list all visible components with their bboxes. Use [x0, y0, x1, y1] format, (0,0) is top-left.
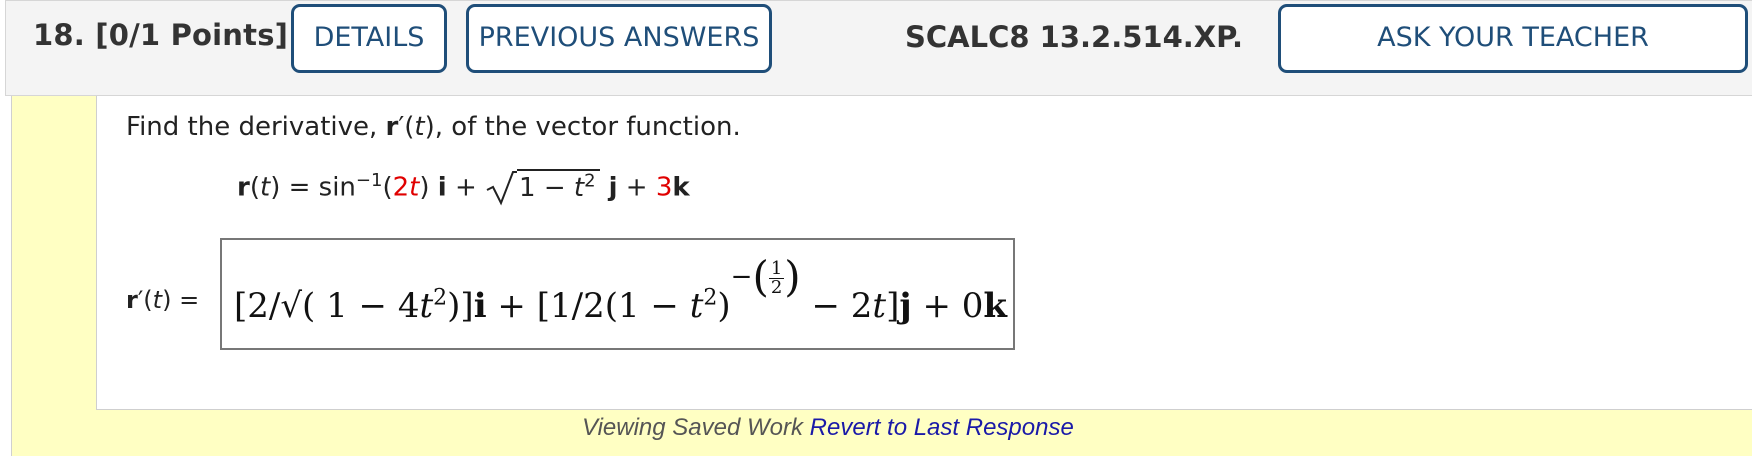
- ans-exponent-paren-left: (: [752, 252, 769, 301]
- ans-part2: ( 1 − 4: [302, 286, 420, 326]
- ans-part4: + [1/2(1 −: [486, 286, 690, 326]
- given-plus-2: +: [617, 172, 656, 203]
- given-equals: ) =: [270, 172, 319, 203]
- answer-label-equals: ) =: [162, 286, 200, 314]
- details-button[interactable]: DETAILS: [291, 4, 447, 73]
- given-plus-1: +: [446, 172, 486, 203]
- ans-part8: + 0: [911, 286, 984, 326]
- ans-part6: − 2: [800, 286, 873, 326]
- answer-label-t: t: [152, 286, 163, 314]
- ans-frac-den: 2: [770, 276, 783, 298]
- ans-exp2: 2: [703, 285, 718, 311]
- prompt-text-pre: Find the derivative,: [126, 112, 386, 142]
- prompt-prime: ′(: [398, 112, 415, 142]
- ans-sqrt: √: [280, 286, 303, 326]
- ans-k: k: [983, 286, 1007, 326]
- ans-j: j: [899, 286, 912, 326]
- ans-i: i: [473, 286, 487, 326]
- sqrt-sign-icon: [486, 171, 518, 206]
- given-t: t: [259, 172, 271, 203]
- ans-exponent: −(1 2): [731, 252, 801, 301]
- answer-input-box[interactable]: [2/√( 1 − 4t2)]i + [1/2(1 − t2)−(1 2) − 2…: [220, 238, 1015, 350]
- ans-frac-num: 1: [768, 257, 785, 279]
- given-function: r(t) = sin−1(2t) i + 1 − t2 j + 3k: [237, 169, 690, 206]
- answer-label-prime: ′(: [137, 286, 153, 314]
- given-arg-open: (: [382, 172, 393, 203]
- given-arg-t: t: [409, 172, 420, 203]
- given-open: (: [249, 172, 260, 203]
- given-radicand-pre: 1 −: [519, 173, 574, 204]
- ans-part7: ]: [886, 286, 900, 326]
- prompt-text-post: ), of the vector function.: [424, 112, 741, 142]
- ans-exp1: 2: [433, 285, 448, 311]
- answer-expression: [2/√( 1 − 4t2)]i + [1/2(1 − t2)−(1 2) − 2…: [234, 252, 1007, 333]
- given-radicand-t: t: [573, 173, 585, 204]
- question-prompt: Find the derivative, r′(t), of the vecto…: [126, 112, 741, 142]
- answer-label-r: r: [126, 286, 138, 314]
- question-number-points: 18. [0/1 Points]: [33, 18, 289, 52]
- given-i: i: [437, 172, 447, 203]
- source-code: SCALC8 13.2.514.XP.: [905, 20, 1244, 54]
- revert-to-last-response-link[interactable]: Revert to Last Response: [810, 414, 1074, 441]
- ans-t1: t: [419, 286, 434, 326]
- given-radicand: 1 − t2: [517, 169, 600, 204]
- ans-t2: t: [689, 286, 704, 326]
- ans-exponent-neg: −: [730, 262, 753, 292]
- given-r: r: [237, 172, 250, 203]
- ans-t3: t: [872, 286, 887, 326]
- ans-part3: )]: [447, 286, 474, 326]
- given-k-coefficient: 3: [655, 172, 673, 203]
- given-sqrt: 1 − t2: [485, 169, 600, 206]
- viewing-saved-work-text: Viewing Saved Work: [582, 414, 810, 441]
- given-arg-coefficient: 2: [392, 172, 410, 203]
- previous-answers-button[interactable]: PREVIOUS ANSWERS: [466, 4, 772, 73]
- ans-part5: ): [717, 286, 731, 326]
- ans-exponent-fraction: 12: [768, 257, 785, 298]
- ask-your-teacher-button[interactable]: ASK YOUR TEACHER: [1278, 4, 1748, 73]
- ans-part1: [2/: [234, 286, 281, 326]
- given-sin: sin: [318, 172, 356, 203]
- prompt-r: r: [385, 112, 399, 142]
- saved-work-footer: Viewing Saved Work Revert to Last Respon…: [582, 414, 1074, 442]
- given-k: k: [672, 172, 690, 203]
- answer-label: r′(t) =: [126, 286, 199, 314]
- given-arg-close: ): [419, 172, 438, 203]
- given-inverse-exp: −1: [355, 170, 383, 191]
- given-j: j: [599, 172, 618, 203]
- ans-exponent-paren-right: ): [784, 252, 801, 301]
- prompt-t: t: [414, 112, 425, 142]
- given-radicand-exp: 2: [584, 170, 596, 192]
